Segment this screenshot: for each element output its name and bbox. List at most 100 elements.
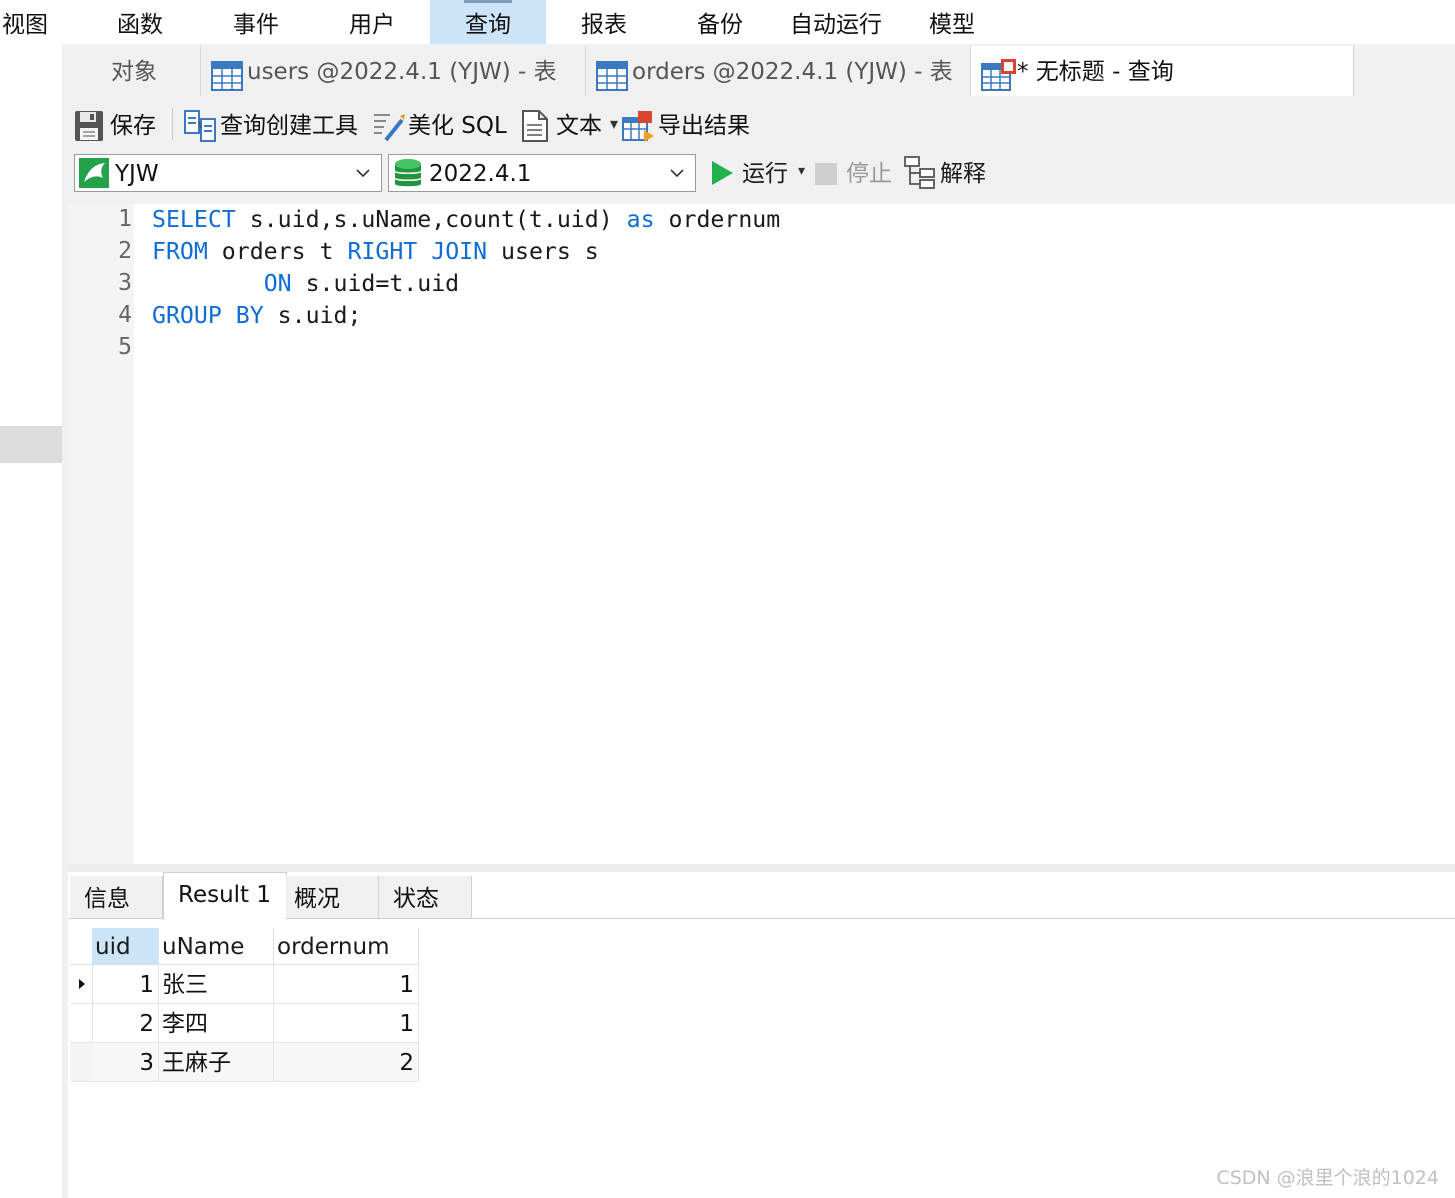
query-builder-icon — [184, 110, 216, 142]
tab-users-label: users @2022.4.1 (YJW) - 表 — [247, 59, 557, 85]
editor-result-splitter[interactable] — [68, 864, 1455, 872]
table-cell[interactable]: 王麻子 — [159, 1043, 274, 1082]
column-header-uid[interactable]: uid — [92, 928, 159, 965]
table-cell[interactable]: 2 — [274, 1043, 419, 1082]
code-line: GROUP BY s.uid; — [152, 302, 361, 329]
chevron-down-icon — [670, 169, 684, 178]
menu-query[interactable]: 查询 — [430, 0, 546, 44]
menu-automation[interactable]: 自动运行 — [780, 0, 892, 44]
sql-text: s.uid; — [263, 302, 362, 329]
result-tab-bar: 信息 Result 1 概况 状态 — [68, 872, 1455, 920]
sql-text: s.uid,s.uName,count(t.uid) — [235, 206, 627, 233]
watermark: CSDN @浪里个浪的1024 — [1216, 1167, 1439, 1189]
menu-reports[interactable]: 报表 — [562, 0, 646, 44]
menu-view[interactable]: 视图 — [0, 0, 50, 44]
tab-status[interactable]: 状态 — [379, 876, 472, 918]
menu-events[interactable]: 事件 — [214, 0, 298, 44]
database-select[interactable]: 2022.4.1 — [388, 154, 696, 192]
sql-keyword: JOIN — [431, 238, 488, 265]
column-header-uname[interactable]: uName — [159, 928, 274, 965]
sql-keyword: BY — [235, 302, 264, 329]
table-cell[interactable]: 3 — [92, 1043, 159, 1082]
explain-label: 解释 — [940, 161, 986, 187]
navigation-selected-item[interactable] — [0, 426, 62, 463]
tab-untitled-query[interactable]: * 无标题 - 查询 — [971, 46, 1354, 96]
stop-icon — [815, 163, 837, 185]
menu-bar: 视图 函数 事件 用户 查询 报表 备份 自动运行 模型 — [0, 0, 1455, 44]
save-icon — [75, 111, 103, 141]
run-button[interactable]: 运行 ▾ — [710, 154, 806, 194]
sql-editor[interactable]: 1 2 3 4 5 SELECT s.uid,s.uName,count(t.u… — [68, 204, 1455, 864]
tab-objects[interactable]: 对象 — [68, 46, 201, 96]
beautify-sql-button[interactable]: 美化 SQL — [372, 104, 514, 146]
connection-value: YJW — [115, 161, 159, 187]
tab-users-table[interactable]: users @2022.4.1 (YJW) - 表 — [201, 46, 586, 96]
stop-label: 停止 — [846, 161, 892, 187]
tab-orders-label: orders @2022.4.1 (YJW) - 表 — [632, 59, 953, 85]
line-number: 1 — [118, 206, 132, 232]
sql-text: users s — [487, 238, 599, 265]
text-document-icon — [522, 110, 548, 142]
connection-row: YJW 2022.4.1 运行 ▾ 停止 解释 — [68, 154, 1455, 204]
table-cell[interactable]: 1 — [92, 965, 159, 1004]
tab-result-1[interactable]: Result 1 — [163, 872, 287, 920]
query-builder-button[interactable]: 查询创建工具 — [184, 104, 368, 146]
code-line: FROM orders t RIGHT JOIN users s — [152, 238, 599, 265]
sql-keyword: FROM — [152, 238, 208, 265]
run-dropdown-icon[interactable]: ▾ — [798, 151, 805, 191]
text-mode-dropdown-icon[interactable]: ▾ — [610, 102, 618, 146]
column-header-ordernum[interactable]: ordernum — [274, 928, 419, 965]
chevron-down-icon — [356, 169, 370, 178]
save-button[interactable]: 保存 — [74, 104, 170, 146]
sql-text: ordernum — [654, 206, 781, 233]
row-indicator[interactable] — [70, 965, 93, 1004]
line-number: 3 — [118, 270, 132, 296]
table-cell[interactable]: 李四 — [159, 1004, 274, 1043]
grid-corner — [70, 928, 93, 965]
code-line: ON s.uid=t.uid — [152, 270, 459, 297]
sql-keyword: RIGHT — [347, 238, 418, 265]
menu-backup[interactable]: 备份 — [678, 0, 762, 44]
text-mode-button[interactable]: 文本 ▾ — [520, 102, 618, 146]
document-tab-bar: 对象 users @2022.4.1 (YJW) - 表 orders @202… — [68, 44, 1455, 96]
row-indicator[interactable] — [70, 1004, 93, 1043]
explain-button[interactable]: 解释 — [904, 154, 1000, 194]
play-icon — [712, 161, 733, 185]
database-value: 2022.4.1 — [429, 161, 532, 187]
connection-dolphin-icon — [79, 158, 109, 200]
sql-text: s.uid=t.uid — [291, 270, 460, 297]
tab-info[interactable]: 信息 — [70, 876, 163, 918]
menu-model[interactable]: 模型 — [910, 0, 994, 44]
tab-query-label: * 无标题 - 查询 — [1017, 59, 1174, 85]
table-cell[interactable]: 2 — [92, 1004, 159, 1043]
current-row-arrow-icon — [79, 979, 85, 989]
code-line: SELECT s.uid,s.uName,count(t.uid) as ord… — [152, 206, 780, 233]
tab-overview[interactable]: 概况 — [286, 876, 379, 918]
table-cell[interactable]: 张三 — [159, 965, 274, 1004]
toolbar-separator — [172, 108, 173, 140]
tab-objects-label: 对象 — [111, 59, 157, 85]
table-cell[interactable]: 1 — [274, 965, 419, 1004]
sql-keyword: ON — [263, 270, 292, 297]
line-number: 5 — [118, 334, 132, 360]
line-number-gutter: 1 2 3 4 5 — [68, 204, 134, 864]
run-label: 运行 — [742, 161, 788, 187]
query-toolbar: 保存 查询创建工具 美化 SQL 文本 ▾ 导出结果 — [68, 96, 1455, 154]
menu-functions[interactable]: 函数 — [98, 0, 182, 44]
sql-keyword: as — [626, 206, 655, 233]
menu-users[interactable]: 用户 — [330, 0, 414, 44]
sql-text: orders t — [207, 238, 348, 265]
tab-orders-table[interactable]: orders @2022.4.1 (YJW) - 表 — [586, 46, 971, 96]
connection-select[interactable]: YJW — [74, 154, 382, 192]
table-cell[interactable]: 1 — [274, 1004, 419, 1043]
sql-keyword: GROUP — [152, 302, 222, 329]
database-icon — [393, 158, 423, 202]
line-number: 4 — [118, 302, 132, 328]
row-indicator[interactable] — [70, 1043, 93, 1082]
sql-keyword: SELECT — [152, 206, 236, 233]
export-results-button[interactable]: 导出结果 — [622, 104, 782, 146]
stop-button[interactable]: 停止 — [814, 154, 898, 194]
